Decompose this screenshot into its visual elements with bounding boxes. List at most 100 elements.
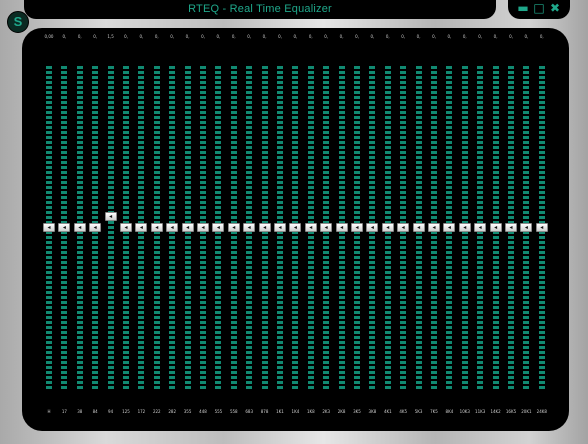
- band-slider-knob[interactable]: ◂: [335, 223, 348, 232]
- band-slider-knob[interactable]: ◂: [535, 223, 548, 232]
- band-slider-knob[interactable]: ◂: [412, 223, 425, 232]
- band-frequency-label: 1K8: [306, 409, 315, 414]
- band-gain-label: 0,00: [44, 34, 54, 39]
- close-button[interactable]: ✖: [548, 1, 562, 15]
- eq-band: 0, ◂ 10K3: [458, 28, 471, 431]
- band-slider-knob[interactable]: ◂: [181, 223, 194, 232]
- band-slider-knob[interactable]: ◂: [505, 223, 517, 232]
- eq-band: 0, ◂ 4K5: [397, 28, 410, 431]
- band-frequency-label: 3K5: [353, 409, 361, 414]
- eq-band: 0, ◂ 11K3: [474, 28, 487, 431]
- band-frequency-label: 11K3: [475, 409, 486, 414]
- band-frequency-label: 14K2: [490, 409, 501, 414]
- eq-band: 0,00 ◂ H: [43, 28, 55, 431]
- band-gain-label: 0,: [170, 34, 175, 39]
- band-gain-label: 1,5: [107, 34, 114, 39]
- band-slider-knob[interactable]: ◂: [212, 223, 225, 232]
- band-gain-label: 0,: [62, 34, 67, 39]
- band-gain-label: 0,: [339, 34, 344, 39]
- band-frequency-label: 17: [61, 409, 67, 414]
- band-slider-knob[interactable]: ◂: [227, 223, 240, 232]
- eq-band: 0, ◂ 4K1: [381, 28, 394, 431]
- band-slider-knob[interactable]: ◂: [351, 223, 363, 232]
- band-slider-knob[interactable]: ◂: [397, 223, 410, 232]
- equalizer-panel: 0,00 ◂ H 0, ◂ 17 0, ◂ 38 0, ◂ 84 1,5 ◂ 94 0, ◂ 125 0, ◂ 172 0…: [22, 28, 569, 431]
- eq-band: 0, ◂ 17: [58, 28, 71, 431]
- band-gain-label: 0,: [539, 34, 544, 39]
- eq-band: 0, ◂ 3K5: [351, 28, 363, 431]
- title-bar[interactable]: RTEQ - Real Time Equalizer: [24, 0, 496, 19]
- band-frequency-label: 1K4: [291, 409, 300, 414]
- band-slider-knob[interactable]: ◂: [320, 223, 333, 232]
- eq-band: 0, ◂ 1K4: [289, 28, 302, 431]
- band-slider-knob[interactable]: ◂: [150, 223, 163, 232]
- band-slider-knob[interactable]: ◂: [428, 223, 440, 232]
- band-frequency-label: 555: [214, 409, 223, 414]
- band-slider-knob[interactable]: ◂: [443, 223, 456, 232]
- band-slider-knob[interactable]: ◂: [135, 223, 148, 232]
- band-slider-knob[interactable]: ◂: [274, 223, 286, 232]
- band-slider-knob[interactable]: ◂: [120, 223, 132, 232]
- eq-band: 0, ◂ 16K5: [505, 28, 517, 431]
- band-gain-label: 0,: [447, 34, 452, 39]
- band-slider-knob[interactable]: ◂: [458, 223, 471, 232]
- band-frequency-label: 282: [168, 409, 176, 414]
- band-frequency-label: 7K5: [430, 409, 438, 414]
- band-slider-knob[interactable]: ◂: [489, 223, 502, 232]
- eq-band: 0, ◂ 38: [73, 28, 86, 431]
- band-gain-label: 0,: [308, 34, 313, 39]
- eq-band: 0, ◂ 355: [181, 28, 194, 431]
- band-gain-label: 0,: [93, 34, 98, 39]
- band-gain-label: 0,: [154, 34, 159, 39]
- band-frequency-label: 3K8: [368, 409, 377, 414]
- band-frequency-label: 24K8: [536, 409, 547, 414]
- band-slider-knob[interactable]: ◂: [366, 223, 379, 232]
- band-frequency-label: 20K1: [521, 409, 532, 414]
- band-frequency-label: 38: [77, 409, 83, 414]
- band-slider-knob[interactable]: ◂: [73, 223, 86, 232]
- window-title: RTEQ - Real Time Equalizer: [188, 3, 332, 15]
- band-slider-knob[interactable]: ◂: [289, 223, 302, 232]
- band-frequency-label: 878: [260, 409, 269, 414]
- band-slider-knob[interactable]: ◂: [166, 223, 179, 232]
- band-frequency-label: 8K4: [445, 409, 454, 414]
- eq-band: 0, ◂ 222: [150, 28, 163, 431]
- band-slider-knob[interactable]: ◂: [304, 223, 317, 232]
- band-slider-knob[interactable]: ◂: [243, 223, 256, 232]
- band-slider-knob[interactable]: ◂: [381, 223, 394, 232]
- band-slider-knob[interactable]: ◂: [474, 223, 487, 232]
- band-frequency-label: 84: [92, 409, 98, 414]
- band-frequency-label: 4K5: [399, 409, 408, 414]
- minimize-button[interactable]: ▬: [516, 1, 530, 15]
- band-gain-label: 0,: [201, 34, 205, 39]
- band-slider-knob[interactable]: ◂: [197, 223, 209, 232]
- band-slider-knob[interactable]: ◂: [58, 223, 71, 232]
- band-slider-knob[interactable]: ◂: [89, 223, 102, 232]
- band-frequency-label: 558: [229, 409, 238, 414]
- eq-band: 0, ◂ 24K8: [535, 28, 548, 431]
- band-slider-knob[interactable]: ◂: [258, 223, 271, 232]
- eq-band: 0, ◂ 20K1: [520, 28, 533, 431]
- band-frequency-label: 448: [199, 409, 207, 414]
- maximize-button[interactable]: □: [532, 1, 546, 15]
- eq-band: 0, ◂ 5K3: [412, 28, 425, 431]
- eq-band: 0, ◂ 683: [243, 28, 256, 431]
- eq-band: 0, ◂ 172: [135, 28, 148, 431]
- band-frequency-label: 5K3: [414, 409, 423, 414]
- band-frequency-label: 16K5: [505, 409, 517, 414]
- skin-button[interactable]: S: [7, 11, 29, 33]
- band-frequency-label: 222: [152, 409, 161, 414]
- band-gain-label: 0,: [293, 34, 298, 39]
- eq-band: 0, ◂ 1K8: [304, 28, 317, 431]
- band-slider-knob[interactable]: ◂: [104, 211, 117, 221]
- eq-band: 0, ◂ 3K8: [366, 28, 379, 431]
- band-gain-label: 0,: [355, 34, 359, 39]
- band-gain-label: 0,: [370, 34, 375, 39]
- eq-band: 1,5 ◂ 94: [104, 28, 117, 431]
- eq-band: 0, ◂ 14K2: [489, 28, 502, 431]
- band-gain-label: 0,: [247, 34, 252, 39]
- band-slider-knob[interactable]: ◂: [43, 223, 55, 232]
- window-frame: RTEQ - Real Time Equalizer ▬ □ ✖ S 0,00 ◂…: [0, 0, 588, 444]
- band-gain-label: 0,: [462, 34, 467, 39]
- band-slider-knob[interactable]: ◂: [520, 223, 533, 232]
